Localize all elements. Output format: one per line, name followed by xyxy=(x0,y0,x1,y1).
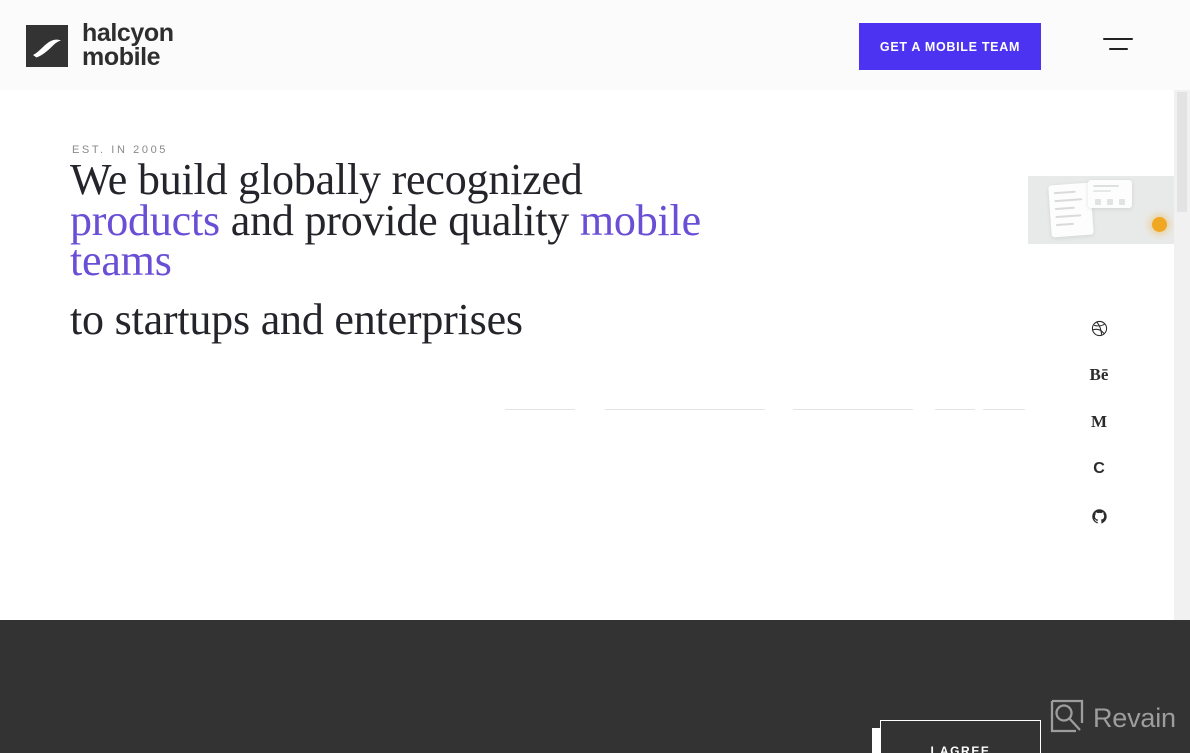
clutch-glyph: C xyxy=(1093,460,1105,477)
preview-line xyxy=(1054,206,1075,211)
agree-accent-bar xyxy=(872,728,880,753)
revain-logo-icon xyxy=(1050,699,1084,738)
halcyon-bird-mark-icon xyxy=(26,24,68,67)
social-link-behance[interactable]: Bē xyxy=(1086,362,1112,388)
headline-line-5: to startups and enterprises xyxy=(70,294,523,344)
preview-line xyxy=(1055,222,1075,227)
burger-line-top xyxy=(1103,38,1133,40)
social-link-dribbble[interactable] xyxy=(1086,315,1112,341)
headline-highlight-mobile: mobile xyxy=(579,195,701,245)
social-link-medium[interactable]: M xyxy=(1086,409,1112,435)
get-a-mobile-team-button[interactable]: GET A MOBILE TEAM xyxy=(859,23,1041,70)
brand-wordmark: halcyon mobile xyxy=(82,21,174,71)
medium-glyph: M xyxy=(1090,412,1108,431)
divider-segment xyxy=(983,409,1025,410)
preview-chip xyxy=(1107,199,1113,205)
i-agree-button[interactable]: I AGREE xyxy=(880,720,1041,753)
brand-line-2: mobile xyxy=(82,42,161,71)
hamburger-menu-icon[interactable] xyxy=(1103,38,1133,54)
headline-line-3-pre: provide quality xyxy=(304,195,580,245)
projects-strip: Full Body Functional Training 15 min 8 E… xyxy=(0,440,1190,640)
preview-chip xyxy=(1119,199,1125,205)
headline-line-2-post: and xyxy=(219,195,294,245)
divider-segment xyxy=(505,409,575,410)
preview-line xyxy=(1093,190,1111,192)
divider-segment xyxy=(793,409,913,410)
revain-label: Revain xyxy=(1093,703,1176,733)
page-scrollbar-thumb[interactable] xyxy=(1177,92,1187,212)
social-links-rail: Bē M C xyxy=(1084,315,1114,529)
page-root: halcyon mobile GET A MOBILE TEAM EST. IN… xyxy=(0,0,1190,753)
accent-dot-icon xyxy=(1152,217,1167,232)
preview-card-left xyxy=(1048,182,1094,238)
preview-line xyxy=(1093,185,1119,187)
preview-line xyxy=(1054,198,1083,203)
revain-watermark: Revain xyxy=(1050,699,1176,738)
divider-segment xyxy=(935,409,975,410)
app-preview-thumbnail xyxy=(1028,176,1174,244)
burger-line-bottom xyxy=(1109,48,1128,50)
behance-glyph: Bē xyxy=(1089,365,1109,384)
brand-logo[interactable]: halcyon mobile xyxy=(26,21,174,71)
preview-card-right xyxy=(1088,180,1132,208)
page-title: We build globally recognized products an… xyxy=(70,158,710,344)
social-link-clutch[interactable]: C xyxy=(1086,456,1112,482)
preview-line xyxy=(1053,190,1076,195)
section-divider xyxy=(505,409,1025,413)
cookie-consent-banner: This website stores cookies on your comp… xyxy=(0,620,1190,753)
preview-line xyxy=(1055,214,1082,219)
preview-chip xyxy=(1095,199,1101,205)
divider-segment xyxy=(605,409,765,410)
social-link-github[interactable] xyxy=(1086,503,1112,529)
site-header: halcyon mobile GET A MOBILE TEAM xyxy=(0,0,1190,90)
headline-highlight-teams: teams xyxy=(70,236,172,285)
